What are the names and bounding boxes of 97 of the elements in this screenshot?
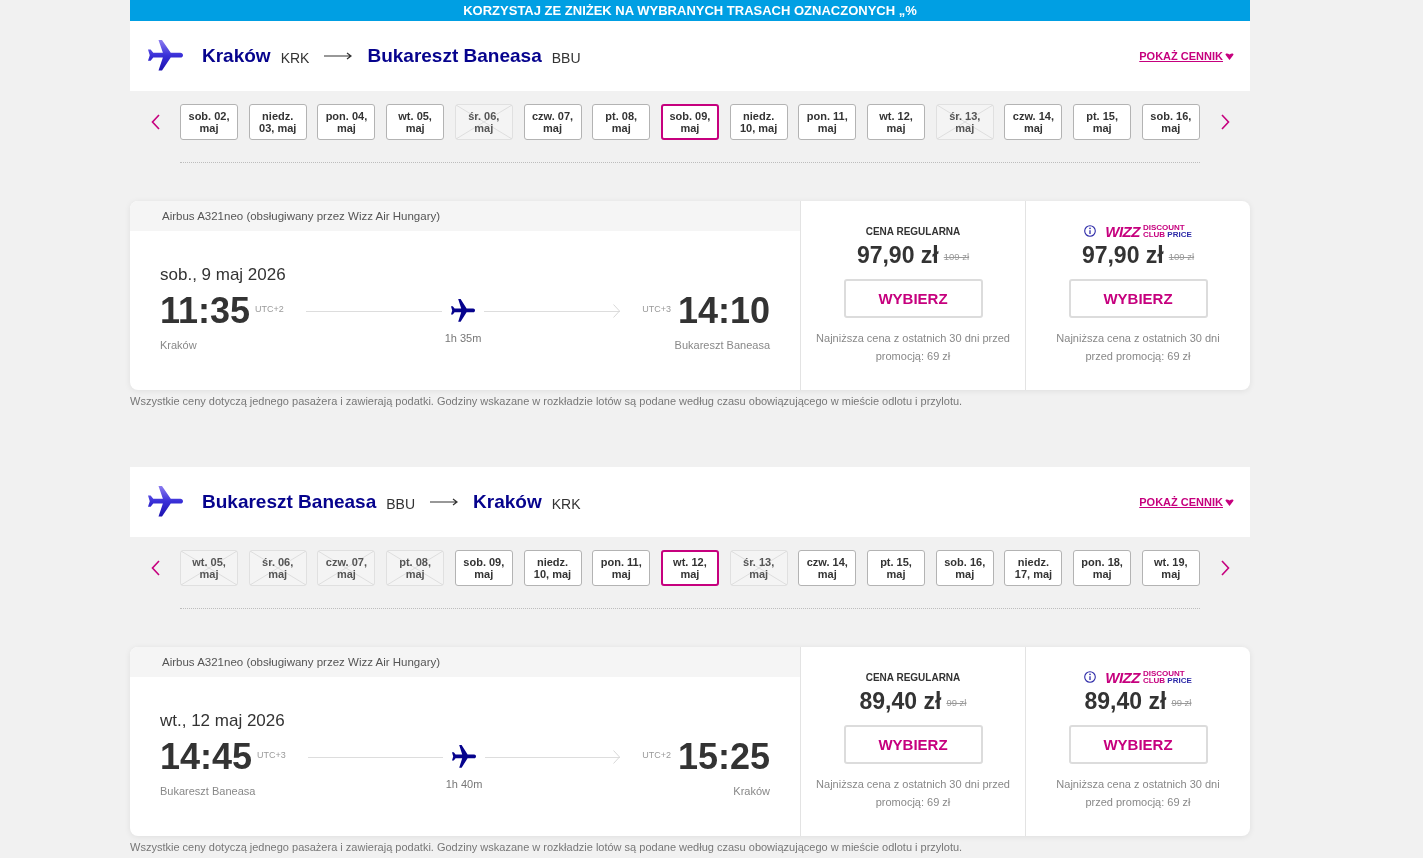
select-button[interactable]: WYBIERZ [1068, 725, 1208, 764]
flight-date: sob., 9 maj 2026 [160, 264, 287, 286]
date-tab[interactable]: pon. 11, maj [592, 550, 651, 586]
fare-label: CENA REGULARNA [865, 671, 961, 683]
departure-city: Kraków [160, 338, 198, 352]
lowest-price-note: Najniższa cena z ostatnich 30 dni przed promocją: 69 zł [815, 777, 1011, 810]
info-icon[interactable] [1084, 225, 1097, 237]
date-tab[interactable]: sob. 02, maj [180, 104, 238, 140]
chevron-left-icon [150, 560, 160, 576]
date-tab[interactable]: sob. 09, maj [660, 104, 719, 140]
chevron-left-icon [150, 114, 160, 130]
date-tab[interactable]: pt. 15, maj [867, 550, 926, 586]
airplane-icon [148, 40, 183, 72]
price: 89,40 zł [859, 687, 942, 715]
departure-time: 11:35 [160, 291, 251, 331]
date-tab[interactable]: niedz. 10, maj [729, 104, 788, 140]
date-tab[interactable]: wt. 05, maj [386, 104, 445, 140]
price-disclaimer: Wszystkie ceny dotyczą jednego pasażera i zawierają podatki. Godziny wskazane w rozkładzie lotów są podane według czasu obowiązującego w mieście odlotu i przylotu. [130, 394, 964, 408]
price: 97,90 zł [856, 241, 939, 269]
caret-down-icon [1225, 52, 1234, 60]
price-list-link[interactable]: POKAŻ CENNIK [1139, 50, 1234, 62]
origin-city: Bukareszt Baneasa [202, 491, 377, 513]
date-tab[interactable]: wt. 19, maj [1141, 550, 1200, 586]
date-tab[interactable]: pon. 11, maj [798, 104, 857, 140]
origin-code: KRK [280, 49, 310, 66]
date-tab[interactable]: sob. 16, maj [1141, 104, 1200, 140]
chevron-right-icon [1220, 560, 1230, 576]
date-tab[interactable]: wt. 12, maj [660, 550, 719, 586]
old-price: 99 zł [1171, 696, 1192, 708]
price-list-link[interactable]: POKAŻ CENNIK [1139, 496, 1234, 508]
promo-banner-text: KORZYSTAJ ZE ZNIŻEK NA WYBRANYCH TRASACH OZNACZONYCH „% [463, 3, 917, 20]
arrival-utc: UTC+2 [642, 750, 671, 760]
fare-label: CENA REGULARNA [865, 225, 961, 237]
date-tab[interactable]: wt. 05, maj [180, 550, 238, 586]
date-tab[interactable]: pt. 15, maj [1073, 104, 1132, 140]
flight-duration: 1h 35m [444, 331, 482, 345]
select-button[interactable]: WYBIERZ [843, 279, 983, 318]
arrow-right-icon [324, 52, 353, 60]
date-tab[interactable]: czw. 14, maj [798, 550, 857, 586]
price: 97,90 zł [1081, 241, 1164, 269]
date-tab[interactable]: pt. 08, maj [386, 550, 445, 586]
date-tab[interactable]: niedz. 03, maj [248, 104, 307, 140]
destination-code: KRK [551, 495, 581, 512]
date-tab[interactable]: pon. 18, maj [1073, 550, 1132, 586]
airplane-icon [148, 486, 183, 518]
old-price: 109 zł [943, 250, 970, 262]
aircraft-info: Airbus A321neo (obsługiwany przez Wizz Air Hungary) [162, 210, 441, 222]
info-icon[interactable] [1084, 671, 1097, 683]
old-price: 109 zł [1168, 250, 1195, 262]
date-tab[interactable]: sob. 09, maj [454, 550, 513, 586]
lowest-price-note: Najniższa cena z ostatnich 30 dni przed promocją: 69 zł [1055, 331, 1221, 364]
date-tab[interactable]: pon. 04, maj [317, 104, 376, 140]
logo-caption: DISCOUNT CLUB PRICE [1142, 223, 1192, 239]
select-button[interactable]: WYBIERZ [843, 725, 983, 764]
date-tab[interactable]: śr. 13, maj [935, 104, 994, 140]
old-price: 99 zł [946, 696, 967, 708]
destination-code: BBU [551, 49, 581, 66]
origin-city: Kraków [202, 45, 271, 67]
aircraft-info: Airbus A321neo (obsługiwany przez Wizz Air Hungary) [162, 656, 441, 668]
select-button[interactable]: WYBIERZ [1068, 279, 1208, 318]
price: 89,40 zł [1084, 687, 1167, 715]
lowest-price-note: Najniższa cena z ostatnich 30 dni przed promocją: 69 zł [1055, 777, 1221, 810]
lowest-price-note: Najniższa cena z ostatnich 30 dni przed promocją: 69 zł [815, 331, 1011, 364]
airplane-icon [451, 745, 477, 769]
chevron-right-icon [1220, 114, 1230, 130]
date-tab[interactable]: śr. 06, maj [454, 104, 513, 140]
arrival-time: 15:25 [677, 737, 770, 777]
logo-caption: DISCOUNT CLUB PRICE [1142, 669, 1192, 685]
date-tab[interactable]: czw. 14, maj [1004, 104, 1063, 140]
caret-down-icon [1225, 498, 1234, 506]
destination-city: Bukareszt Baneasa [367, 45, 542, 67]
date-tab[interactable]: śr. 13, maj [729, 550, 788, 586]
origin-code: BBU [386, 495, 416, 512]
arrival-city: Kraków [732, 784, 770, 798]
arrival-time: 14:10 [677, 291, 770, 331]
departure-time: 14:45 [160, 737, 253, 777]
destination-city: Kraków [473, 491, 542, 513]
date-tab[interactable]: sob. 16, maj [935, 550, 994, 586]
departure-utc: UTC+3 [257, 750, 286, 760]
flight-date: wt., 12 maj 2026 [160, 710, 286, 732]
date-tab[interactable]: niedz. 17, maj [1004, 550, 1063, 586]
date-tab[interactable]: czw. 07, maj [523, 104, 582, 140]
flight-duration: 1h 40m [445, 777, 483, 791]
date-tab[interactable]: wt. 12, maj [867, 104, 926, 140]
departure-utc: UTC+2 [255, 304, 284, 314]
airplane-icon [450, 299, 476, 323]
date-tab[interactable]: niedz. 10, maj [523, 550, 582, 586]
departure-city: Bukareszt Baneasa [160, 784, 257, 798]
arrival-utc: UTC+3 [642, 304, 671, 314]
date-tab[interactable]: śr. 06, maj [248, 550, 307, 586]
date-tab[interactable]: czw. 07, maj [317, 550, 376, 586]
price-disclaimer: Wszystkie ceny dotyczą jednego pasażera i zawierają podatki. Godziny wskazane w rozkładzie lotów są podane według czasu obowiązującego w mieście odlotu i przylotu. [130, 840, 964, 854]
date-tab[interactable]: pt. 08, maj [592, 104, 651, 140]
arrival-city: Bukareszt Baneasa [673, 338, 770, 352]
arrow-right-icon [430, 498, 459, 506]
logo-wordmark: WIZZ [1105, 223, 1140, 239]
logo-wordmark: WIZZ [1105, 669, 1140, 685]
